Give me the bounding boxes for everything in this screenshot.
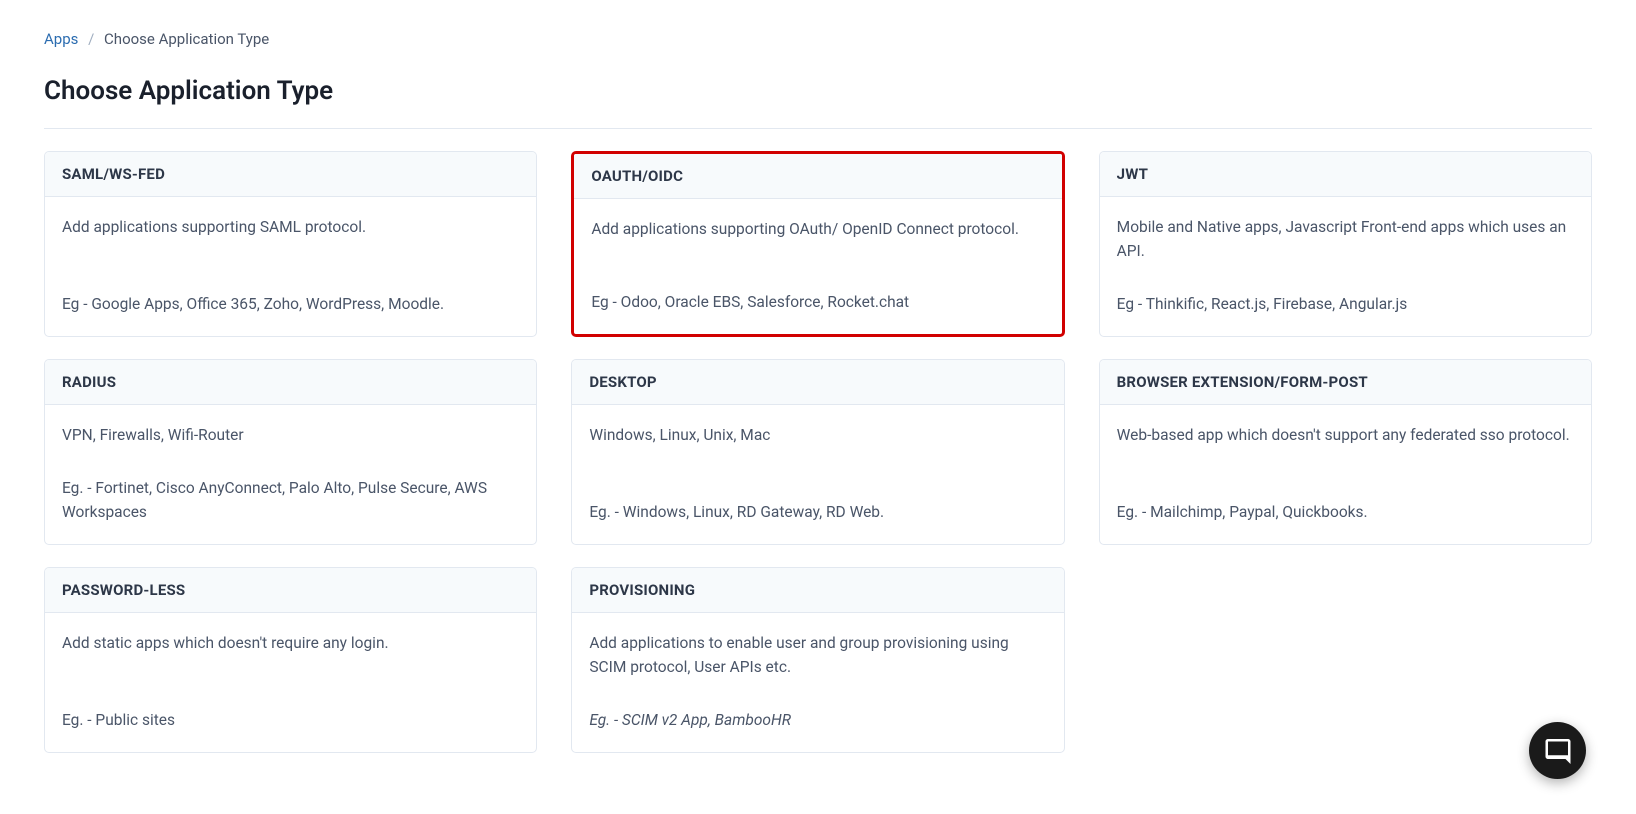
- card-jwt[interactable]: JWT Mobile and Native apps, Javascript Fr…: [1099, 151, 1592, 337]
- card-example: Eg. - Mailchimp, Paypal, Quickbooks.: [1117, 500, 1574, 524]
- breadcrumb: Apps / Choose Application Type: [44, 30, 1592, 48]
- card-header: PROVISIONING: [572, 568, 1063, 613]
- card-example: Eg. - Windows, Linux, RD Gateway, RD Web…: [589, 500, 1046, 524]
- chat-button[interactable]: [1529, 722, 1586, 779]
- card-saml-wsfed[interactable]: SAML/WS-FED Add applications supporting S…: [44, 151, 537, 337]
- card-body: VPN, Firewalls, Wifi-Router Eg. - Fortine…: [45, 405, 536, 544]
- card-header: RADIUS: [45, 360, 536, 405]
- card-description: Mobile and Native apps, Javascript Front…: [1117, 215, 1574, 263]
- card-header: BROWSER EXTENSION/FORM-POST: [1100, 360, 1591, 405]
- card-header: JWT: [1100, 152, 1591, 197]
- card-description: Add applications to enable user and grou…: [589, 631, 1046, 679]
- card-example: Eg. - SCIM v2 App, BambooHR: [589, 708, 1046, 732]
- card-example: Eg. - Public sites: [62, 708, 519, 732]
- card-body: Add applications to enable user and grou…: [572, 613, 1063, 752]
- card-header: OAUTH/OIDC: [574, 154, 1061, 199]
- card-example: Eg - Thinkific, React.js, Firebase, Angu…: [1117, 292, 1574, 316]
- chat-icon: [1543, 734, 1573, 768]
- card-provisioning[interactable]: PROVISIONING Add applications to enable u…: [571, 567, 1064, 753]
- card-description: VPN, Firewalls, Wifi-Router: [62, 423, 519, 447]
- card-body: Windows, Linux, Unix, Mac Eg. - Windows, …: [572, 405, 1063, 544]
- card-header: PASSWORD-LESS: [45, 568, 536, 613]
- page-title: Choose Application Type: [44, 76, 1592, 106]
- card-description: Add static apps which doesn't require an…: [62, 631, 519, 655]
- divider: [44, 128, 1592, 129]
- card-description: Windows, Linux, Unix, Mac: [589, 423, 1046, 447]
- card-example: Eg - Google Apps, Office 365, Zoho, Word…: [62, 292, 519, 316]
- card-description: Web-based app which doesn't support any …: [1117, 423, 1574, 447]
- card-password-less[interactable]: PASSWORD-LESS Add static apps which doesn…: [44, 567, 537, 753]
- card-oauth-oidc[interactable]: OAUTH/OIDC Add applications supporting OA…: [571, 151, 1064, 337]
- card-example: Eg. - Fortinet, Cisco AnyConnect, Palo A…: [62, 476, 519, 524]
- breadcrumb-separator: /: [88, 30, 94, 48]
- card-header: SAML/WS-FED: [45, 152, 536, 197]
- breadcrumb-current: Choose Application Type: [104, 30, 269, 48]
- card-body: Add applications supporting OAuth/ OpenI…: [574, 199, 1061, 334]
- breadcrumb-link-apps[interactable]: Apps: [44, 30, 78, 48]
- card-body: Add applications supporting SAML protoco…: [45, 197, 536, 336]
- card-desktop[interactable]: DESKTOP Windows, Linux, Unix, Mac Eg. - Wi…: [571, 359, 1064, 545]
- card-header: DESKTOP: [572, 360, 1063, 405]
- card-description: Add applications supporting OAuth/ OpenI…: [591, 217, 1044, 241]
- card-radius[interactable]: RADIUS VPN, Firewalls, Wifi-Router Eg. - F…: [44, 359, 537, 545]
- card-example: Eg - Odoo, Oracle EBS, Salesforce, Rocke…: [591, 290, 1044, 314]
- card-body: Add static apps which doesn't require an…: [45, 613, 536, 752]
- card-browser-extension[interactable]: BROWSER EXTENSION/FORM-POST Web-based app…: [1099, 359, 1592, 545]
- card-body: Mobile and Native apps, Javascript Front…: [1100, 197, 1591, 336]
- card-body: Web-based app which doesn't support any …: [1100, 405, 1591, 544]
- cards-grid: SAML/WS-FED Add applications supporting S…: [44, 151, 1592, 753]
- card-description: Add applications supporting SAML protoco…: [62, 215, 519, 239]
